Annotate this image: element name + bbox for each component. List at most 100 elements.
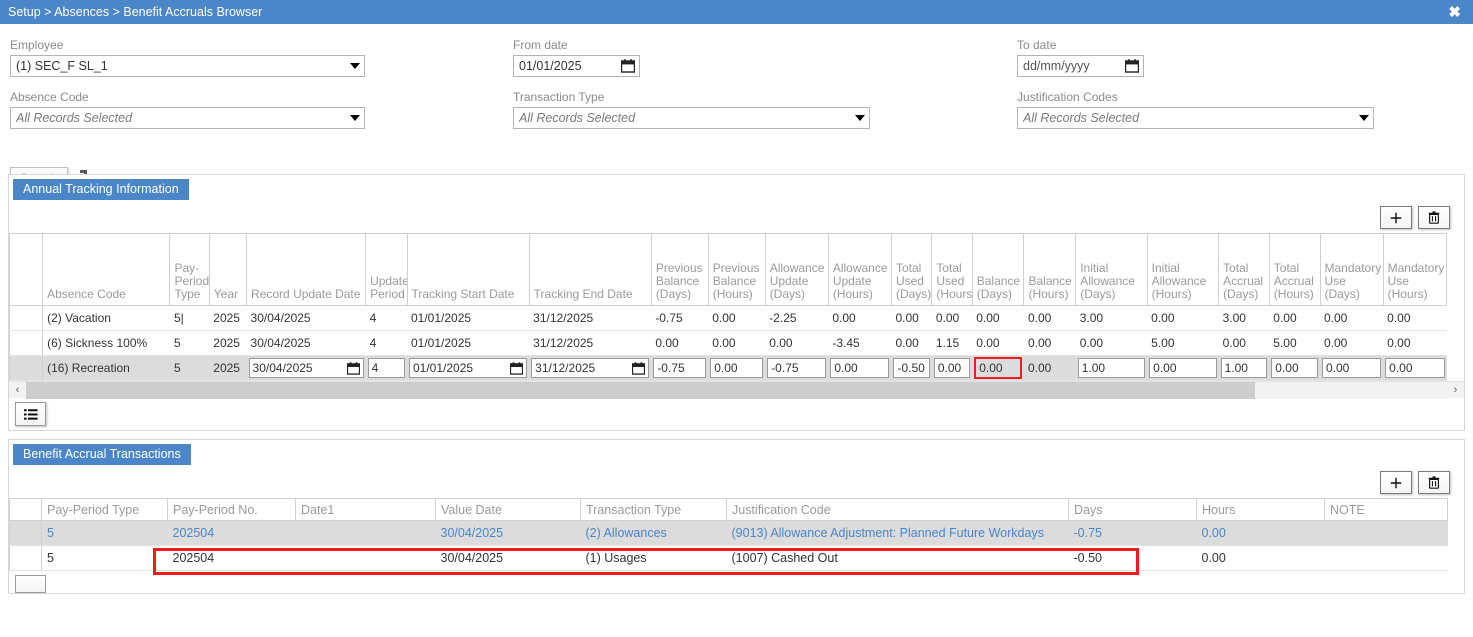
cell-days[interactable]: -0.75 — [1068, 520, 1197, 546]
col-pay-period-no[interactable]: Pay-Period No. — [167, 498, 296, 521]
cell-balance-days-highlighted[interactable]: 0.00 — [972, 355, 1024, 381]
row-selector[interactable] — [9, 545, 42, 571]
close-icon[interactable]: ✖ — [1444, 5, 1465, 20]
cell-balance-days[interactable]: 0.00 — [972, 305, 1024, 331]
table-row[interactable]: 5 202504 30/04/2025 (1) Usages (1007) Ca… — [9, 545, 1448, 571]
balance-days-highlight[interactable]: 0.00 — [974, 357, 1022, 379]
record-update-date-input[interactable]: 30/04/2025 — [248, 358, 364, 378]
cell-tracking-start-date[interactable]: 01/01/2025 — [407, 330, 530, 356]
col-rowselect[interactable] — [9, 233, 44, 306]
cell-mandatory-use-hours[interactable]: 0.00 — [1383, 330, 1447, 356]
cell-balance-days[interactable]: 0.00 — [972, 330, 1024, 356]
cell-previous-balance-hours[interactable]: 0.00 — [708, 305, 766, 331]
cell-initial-allowance-days[interactable]: 0.00 — [1075, 330, 1148, 356]
cell-mandatory-use-days[interactable]: 0.00 — [1320, 330, 1384, 356]
cell-total-used-days[interactable]: 0.00 — [891, 330, 932, 356]
scrollbar-track[interactable] — [26, 381, 1447, 399]
cell-initial-allowance-hours[interactable]: 5.00 — [1147, 330, 1219, 356]
justification-codes-select[interactable]: All Records Selected — [1017, 107, 1374, 129]
scrollbar-thumb[interactable] — [26, 381, 1256, 399]
cell-initial-allowance-hours[interactable]: 0.00 — [1147, 355, 1219, 381]
col-transaction-type[interactable]: Transaction Type — [580, 498, 727, 521]
cell-hours[interactable]: 0.00 — [1196, 520, 1325, 546]
total-accrual-hours-input[interactable]: 0.00 — [1271, 358, 1318, 378]
cell-previous-balance-days[interactable]: -0.75 — [651, 305, 709, 331]
cell-value-date[interactable]: 30/04/2025 — [435, 545, 581, 571]
cell-tracking-start-date[interactable]: 01/01/2025 — [407, 305, 530, 331]
grid-options-button[interactable] — [15, 402, 46, 426]
calendar-icon[interactable] — [509, 361, 524, 375]
annual-tracking-tab[interactable]: Annual Tracking Information — [13, 179, 189, 200]
col-initial-allowance-hours[interactable]: Initial Allowance (Hours) — [1146, 233, 1220, 306]
cell-pay-period-type[interactable]: 5 — [41, 545, 168, 571]
cell-allowance-update-days[interactable]: -2.25 — [765, 305, 829, 331]
col-days[interactable]: Days — [1068, 498, 1197, 521]
to-date-input[interactable]: dd/mm/yyyy — [1017, 55, 1144, 77]
cell-transaction-type[interactable]: (2) Allowances — [580, 520, 727, 546]
from-date-input[interactable]: 01/01/2025 — [513, 55, 640, 77]
cell-total-used-days[interactable]: 0.00 — [891, 305, 932, 331]
cell-justification-code[interactable]: (1007) Cashed Out — [726, 545, 1069, 571]
row-selector[interactable] — [9, 330, 44, 356]
cell-value-date[interactable]: 30/04/2025 — [435, 520, 581, 546]
col-value-date[interactable]: Value Date — [435, 498, 581, 521]
table-row-selected[interactable]: (16) Recreation 5 2025 30/04/2025 4 01/0… — [9, 355, 1447, 381]
cell-update-period[interactable]: 4 — [365, 305, 407, 331]
table-row-selected[interactable]: 5 202504 30/04/2025 (2) Allowances (9013… — [9, 520, 1448, 546]
scroll-left-icon[interactable]: ‹ — [9, 382, 26, 399]
transactions-options-button[interactable] — [15, 575, 46, 593]
row-selector[interactable] — [9, 355, 44, 381]
cell-pay-period-no[interactable]: 202504 — [167, 520, 296, 546]
cell-balance-hours[interactable]: 0.00 — [1023, 305, 1076, 331]
initial-allowance-hours-input[interactable]: 0.00 — [1149, 358, 1217, 378]
previous-balance-hours-input[interactable]: 0.00 — [710, 358, 764, 378]
col-justification-code[interactable]: Justification Code — [726, 498, 1069, 521]
col-total-accrual-hours[interactable]: Total Accrual (Hours) — [1268, 233, 1321, 306]
col-balance-hours[interactable]: Balance (Hours) — [1023, 233, 1077, 306]
col-date1[interactable]: Date1 — [295, 498, 436, 521]
cell-mandatory-use-hours[interactable]: 0.00 — [1383, 305, 1447, 331]
col-total-accrual-days[interactable]: Total Accrual (Days) — [1218, 233, 1270, 306]
cell-transaction-type[interactable]: (1) Usages — [580, 545, 727, 571]
col-tracking-end-date[interactable]: Tracking End Date — [528, 233, 652, 306]
transaction-type-select[interactable]: All Records Selected — [513, 107, 870, 129]
cell-total-used-days[interactable]: -0.50 — [891, 355, 932, 381]
cell-absence-code[interactable]: (16) Recreation — [42, 355, 170, 381]
add-row-button[interactable] — [1380, 206, 1412, 229]
add-transaction-button[interactable] — [1380, 471, 1412, 494]
cell-note[interactable] — [1324, 545, 1448, 571]
table-row[interactable]: (2) Vacation 5| 2025 30/04/2025 4 01/01/… — [9, 305, 1447, 331]
delete-row-button[interactable] — [1418, 206, 1450, 229]
cell-allowance-update-hours[interactable]: 0.00 — [828, 355, 892, 381]
col-pay-period-type[interactable]: Pay-Period Type — [169, 233, 210, 306]
cell-update-period[interactable]: 4 — [365, 355, 407, 381]
cell-mandatory-use-days[interactable]: 0.00 — [1320, 305, 1384, 331]
total-used-hours-input[interactable]: 0.00 — [933, 358, 971, 378]
col-absence-code[interactable]: Absence Code — [42, 233, 171, 306]
cell-balance-hours[interactable]: 0.00 — [1023, 330, 1076, 356]
absence-code-select[interactable]: All Records Selected — [10, 107, 365, 129]
col-update-period[interactable]: Update Period — [365, 233, 408, 306]
mandatory-use-hours-input[interactable]: 0.00 — [1385, 358, 1445, 378]
cell-pay-period-type[interactable]: 5 — [169, 355, 210, 381]
cell-previous-balance-hours[interactable]: 0.00 — [708, 330, 766, 356]
total-used-days-input[interactable]: -0.50 — [893, 358, 930, 378]
col-tracking-start-date[interactable]: Tracking Start Date — [406, 233, 530, 306]
col-allowance-update-hours[interactable]: Allowance Update (Hours) — [827, 233, 892, 306]
col-hours[interactable]: Hours — [1196, 498, 1325, 521]
mandatory-use-days-input[interactable]: 0.00 — [1322, 358, 1382, 378]
calendar-icon[interactable] — [346, 361, 360, 375]
cell-absence-code[interactable]: (2) Vacation — [42, 305, 170, 331]
cell-total-accrual-days[interactable]: 1.00 — [1218, 355, 1270, 381]
cell-pay-period-no[interactable]: 202504 — [167, 545, 296, 571]
cell-mandatory-use-days[interactable]: 0.00 — [1320, 355, 1384, 381]
col-balance-days[interactable]: Balance (Days) — [971, 233, 1025, 306]
cell-date1[interactable] — [295, 545, 436, 571]
col-allowance-update-days[interactable]: Allowance Update (Days) — [764, 233, 829, 306]
allowance-update-days-input[interactable]: -0.75 — [767, 358, 827, 378]
cell-allowance-update-days[interactable]: -0.75 — [765, 355, 829, 381]
cell-justification-code[interactable]: (9013) Allowance Adjustment: Planned Fut… — [726, 520, 1069, 546]
calendar-icon[interactable] — [1124, 59, 1140, 73]
cell-note[interactable] — [1324, 520, 1448, 546]
cell-absence-code[interactable]: (6) Sickness 100% — [42, 330, 170, 356]
